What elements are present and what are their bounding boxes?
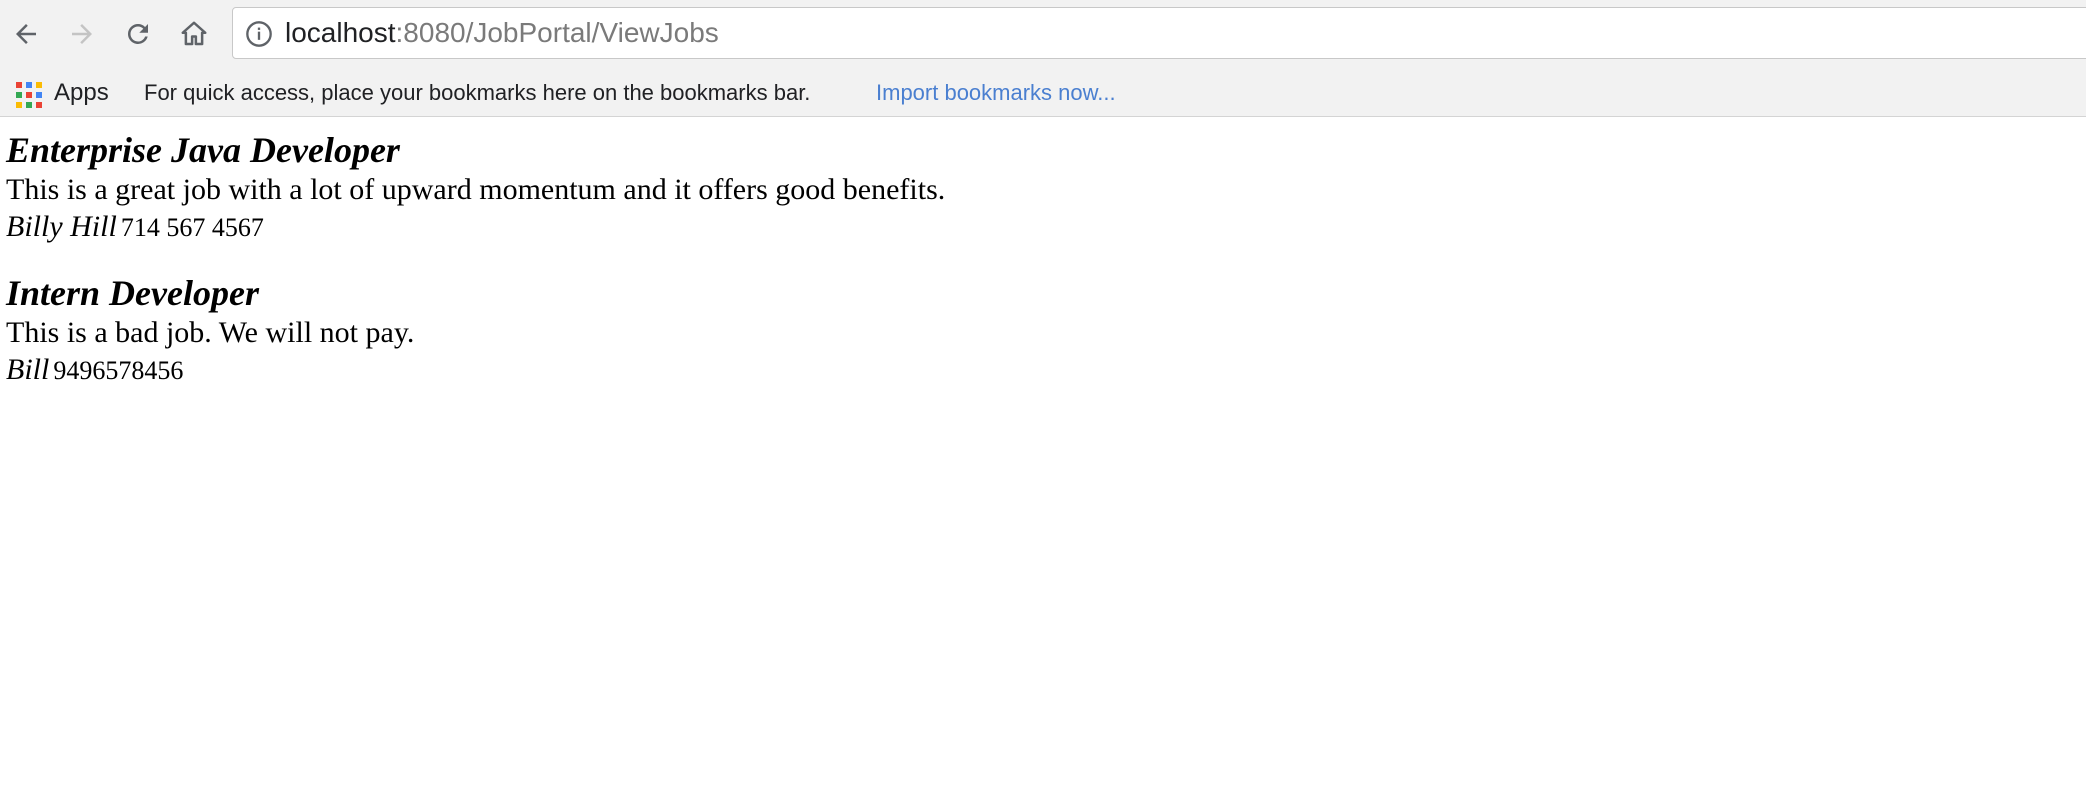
apps-shortcut[interactable]: Apps [54, 70, 109, 116]
url-path: :8080/JobPortal/ViewJobs [395, 17, 719, 48]
job-description: This is a great job with a lot of upward… [6, 173, 946, 206]
job-title: Enterprise Java Developer [6, 130, 400, 170]
contact-name: Billy Hill [6, 210, 117, 243]
apps-grid-icon[interactable] [16, 82, 42, 108]
bookmarks-hint: For quick access, place your bookmarks h… [144, 80, 811, 105]
info-icon[interactable] [245, 20, 273, 48]
contact-phone: 9496578456 [53, 356, 184, 385]
contact-phone: 714 567 4567 [120, 213, 264, 242]
contact-name: Bill [6, 353, 50, 386]
job-title: Intern Developer [6, 273, 259, 313]
url-host: localhost [285, 17, 396, 48]
job-description: This is a bad job. We will not pay. [6, 316, 415, 349]
arrow-right-icon [72, 24, 92, 44]
back-button[interactable] [6, 14, 46, 54]
arrow-left-icon [16, 24, 36, 44]
home-button[interactable] [174, 14, 214, 54]
home-icon [181, 21, 207, 46]
bookmarks-bar: Apps For quick access, place your bookma… [0, 70, 2086, 117]
address-bar[interactable]: localhost:8080/JobPortal/ViewJobs [232, 7, 2086, 59]
reload-button[interactable] [118, 14, 158, 54]
job-list: Enterprise Java Developer This is a grea… [6, 128, 945, 414]
job-contact: Billy Hill 714 567 4567 [6, 208, 945, 251]
job-item: Enterprise Java Developer This is a grea… [6, 128, 945, 251]
job-item: Intern Developer This is a bad job. We w… [6, 271, 945, 394]
browser-toolbar: localhost:8080/JobPortal/ViewJobs [0, 0, 2086, 70]
url-text[interactable]: localhost:8080/JobPortal/ViewJobs [285, 8, 719, 58]
reload-icon [128, 24, 148, 44]
import-bookmarks-link[interactable]: Import bookmarks now... [876, 70, 1116, 116]
job-contact: Bill 9496578456 [6, 351, 945, 394]
forward-button[interactable] [62, 14, 102, 54]
